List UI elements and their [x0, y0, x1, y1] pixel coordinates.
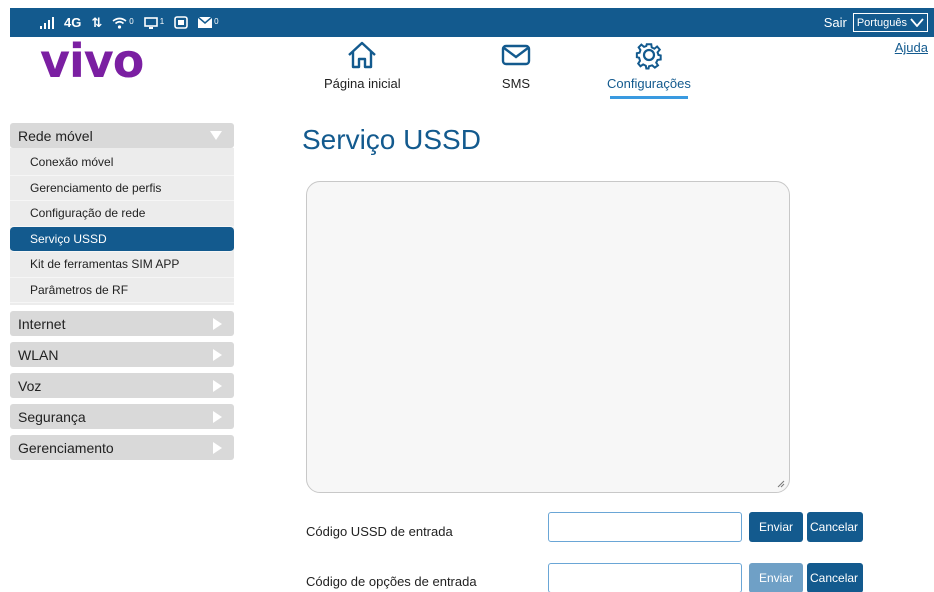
nav-settings[interactable]: Configurações: [607, 40, 691, 99]
connected-devices: 1: [143, 16, 164, 29]
submenu-rede-movel: Conexão móvel Gerenciamento de perfis Co…: [10, 148, 234, 305]
status-bar: 4G ⇅ 0 1 0 Sair Português: [10, 8, 934, 37]
nav-home[interactable]: Página inicial: [324, 40, 401, 91]
sidebar-group-seguranca[interactable]: Segurança: [10, 404, 234, 429]
gear-icon: [635, 43, 662, 70]
nav-home-label: Página inicial: [324, 76, 401, 91]
triangle-right-icon: [213, 435, 222, 460]
cancel-options-button[interactable]: Cancelar: [807, 563, 863, 592]
sidebar-group-label: Voz: [18, 377, 42, 394]
sidebar-item-conexao-movel[interactable]: Conexão móvel: [10, 150, 234, 176]
triangle-right-icon: [213, 311, 222, 336]
network-type: 4G: [64, 15, 82, 30]
triangle-right-icon: [213, 404, 222, 429]
messages[interactable]: 0: [198, 17, 219, 28]
sidebar-group-internet[interactable]: Internet: [10, 311, 234, 336]
resize-grip-icon[interactable]: [777, 480, 785, 488]
language-select[interactable]: Português: [852, 13, 928, 32]
signal-strength-icon: [40, 16, 54, 29]
options-code-input[interactable]: [548, 563, 742, 592]
sidebar-group-label: WLAN: [18, 346, 59, 363]
vivo-logo: vivo: [40, 34, 144, 88]
envelope-icon: [501, 44, 531, 66]
ussd-response-textarea[interactable]: [306, 181, 790, 493]
sidebar-group-label: Segurança: [18, 408, 86, 425]
cancel-ussd-button[interactable]: Cancelar: [807, 512, 863, 542]
sidebar-item-gerenciamento-perfis[interactable]: Gerenciamento de perfis: [10, 176, 234, 201]
sidebar-item-parametros-rf[interactable]: Parâmetros de RF: [10, 278, 234, 303]
options-code-label: Código de opções de entrada: [306, 574, 477, 589]
sidebar-item-servico-ussd[interactable]: Serviço USSD: [10, 226, 234, 252]
sidebar-item-configuracao-rede[interactable]: Configuração de rede: [10, 201, 234, 227]
sidebar: Rede móvel Conexão móvel Gerenciamento d…: [10, 123, 234, 466]
sidebar-group-label: Internet: [18, 315, 66, 332]
home-icon: [348, 41, 377, 69]
sidebar-group-label: Gerenciamento: [18, 439, 114, 456]
language-value: Português: [856, 16, 907, 29]
triangle-right-icon: [213, 373, 222, 398]
active-nav-indicator: [609, 96, 688, 99]
ussd-code-input[interactable]: [548, 512, 742, 542]
chevron-down-icon: [910, 18, 924, 27]
monitor-icon: [143, 16, 158, 29]
ussd-code-label: Código USSD de entrada: [306, 524, 453, 539]
sidebar-group-voz[interactable]: Voz: [10, 373, 234, 398]
data-transfer-icon: ⇅: [91, 14, 103, 30]
wifi-icon: [112, 17, 127, 29]
sidebar-item-sim-app[interactable]: Kit de ferramentas SIM APP: [10, 252, 234, 278]
sidebar-group-wlan[interactable]: WLAN: [10, 342, 234, 367]
page-title: Serviço USSD: [302, 124, 481, 155]
nav-settings-label: Configurações: [607, 76, 691, 91]
triangle-right-icon: [213, 342, 222, 367]
sidebar-group-label: Rede móvel: [18, 127, 93, 144]
triangle-down-icon: [210, 123, 222, 148]
envelope-status-icon: [198, 17, 213, 28]
send-options-button[interactable]: Enviar: [749, 563, 803, 592]
sim-card-icon: [174, 16, 188, 29]
send-ussd-button[interactable]: Enviar: [749, 512, 803, 542]
nav-sms[interactable]: SMS: [500, 40, 532, 91]
help-link[interactable]: Ajuda: [895, 40, 928, 55]
sidebar-group-gerenciamento[interactable]: Gerenciamento: [10, 435, 234, 460]
logout-link[interactable]: Sair: [824, 15, 847, 30]
nav-sms-label: SMS: [501, 76, 531, 91]
wifi-clients: 0: [112, 17, 134, 29]
sidebar-group-rede-movel[interactable]: Rede móvel: [10, 123, 234, 148]
